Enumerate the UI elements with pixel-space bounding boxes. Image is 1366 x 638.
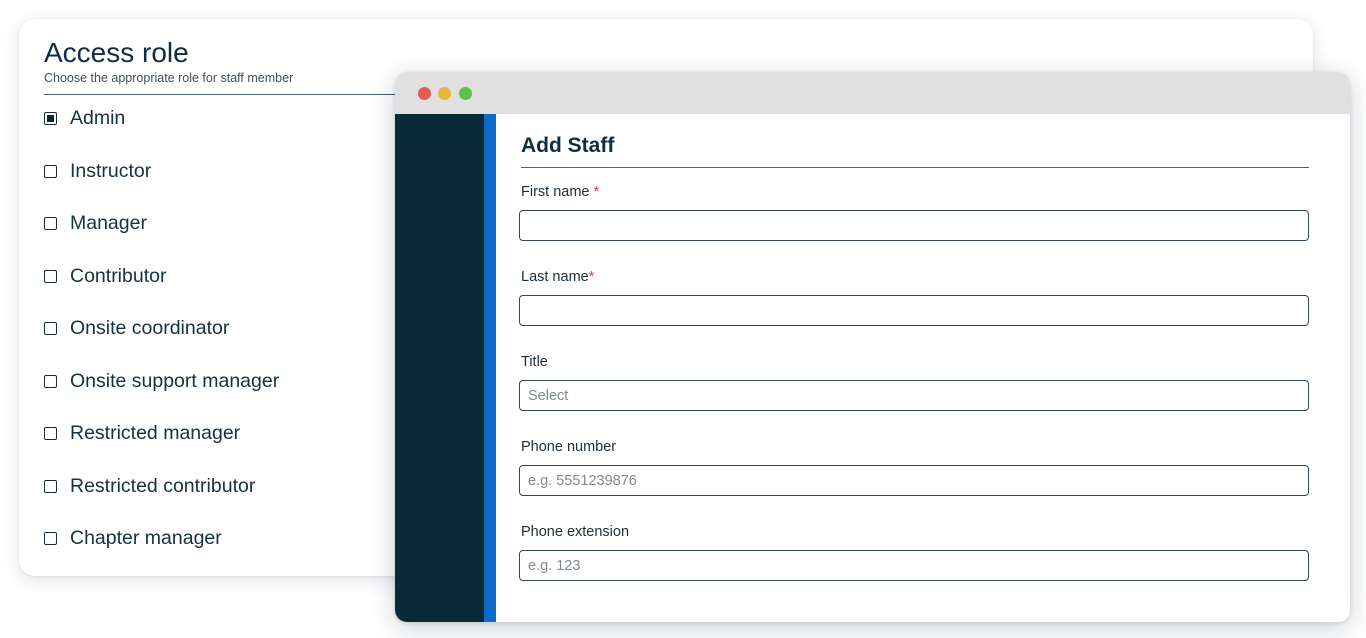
last-name-label: Last name* xyxy=(521,269,594,285)
role-label: Restricted contributor xyxy=(70,474,256,497)
access-role-subtitle: Choose the appropriate role for staff me… xyxy=(44,71,294,85)
role-list: Admin Instructor Manager Contributor Ons… xyxy=(44,105,279,578)
phone-number-input[interactable] xyxy=(519,465,1309,496)
role-label: Onsite coordinator xyxy=(70,317,230,339)
minimize-icon[interactable] xyxy=(438,87,451,100)
window-titlebar xyxy=(395,72,1350,114)
title-label: Title xyxy=(521,354,548,370)
role-checkbox-admin[interactable] xyxy=(44,112,57,125)
role-option-restricted-manager[interactable]: Restricted manager xyxy=(44,420,279,473)
phone-extension-label: Phone extension xyxy=(521,524,629,540)
app-sidebar xyxy=(395,114,484,622)
role-checkbox-instructor[interactable] xyxy=(44,164,57,178)
first-name-input[interactable] xyxy=(519,210,1309,241)
first-name-label-text: First name xyxy=(521,184,590,200)
role-option-onsite-support-manager[interactable]: Onsite support manager xyxy=(44,368,279,421)
form-divider xyxy=(521,167,1309,168)
close-icon[interactable] xyxy=(418,87,431,100)
title-select-value: Select xyxy=(528,387,569,404)
role-checkbox-restricted-manager[interactable] xyxy=(44,427,57,440)
title-select[interactable]: Select xyxy=(519,380,1309,411)
role-checkbox-contributor[interactable] xyxy=(44,269,57,283)
role-label: Restricted manager xyxy=(70,422,241,444)
phone-number-label-text: Phone number xyxy=(521,439,617,455)
role-option-restricted-contributor[interactable]: Restricted contributor xyxy=(44,473,279,526)
role-checkbox-onsite-support-manager[interactable] xyxy=(44,374,57,388)
role-option-onsite-coordinator[interactable]: Onsite coordinator xyxy=(44,315,279,368)
add-staff-window: Add Staff First name * Last name* Title … xyxy=(395,72,1350,622)
sidebar-active-indicator xyxy=(484,114,496,622)
role-label: Instructor xyxy=(70,159,152,182)
required-marker: * xyxy=(588,269,595,285)
role-label: Onsite support manager xyxy=(70,369,280,392)
role-option-admin[interactable]: Admin xyxy=(44,105,279,158)
form-title: Add Staff xyxy=(521,134,615,157)
required-marker: * xyxy=(593,184,600,200)
access-role-title: Access role xyxy=(44,37,189,68)
phone-extension-input[interactable] xyxy=(519,550,1309,581)
maximize-icon[interactable] xyxy=(459,87,472,100)
role-checkbox-manager[interactable] xyxy=(44,217,57,230)
role-checkbox-restricted-contributor[interactable] xyxy=(44,479,57,493)
role-option-contributor[interactable]: Contributor xyxy=(44,263,279,316)
role-checkbox-chapter-manager[interactable] xyxy=(44,532,57,545)
role-label: Contributor xyxy=(70,264,167,287)
phone-number-label: Phone number xyxy=(521,439,616,455)
access-role-divider xyxy=(44,94,404,95)
role-checkbox-onsite-coordinator[interactable] xyxy=(44,322,57,335)
first-name-label: First name * xyxy=(521,184,599,200)
role-label: Chapter manager xyxy=(70,527,222,549)
role-option-instructor[interactable]: Instructor xyxy=(44,158,279,211)
last-name-input[interactable] xyxy=(519,295,1309,326)
role-option-chapter-manager[interactable]: Chapter manager xyxy=(44,525,279,578)
role-option-manager[interactable]: Manager xyxy=(44,210,279,263)
title-label-text: Title xyxy=(521,354,548,370)
last-name-label-text: Last name xyxy=(521,269,589,285)
role-label: Admin xyxy=(70,107,126,129)
role-label: Manager xyxy=(70,212,147,234)
phone-extension-label-text: Phone extension xyxy=(521,524,630,540)
